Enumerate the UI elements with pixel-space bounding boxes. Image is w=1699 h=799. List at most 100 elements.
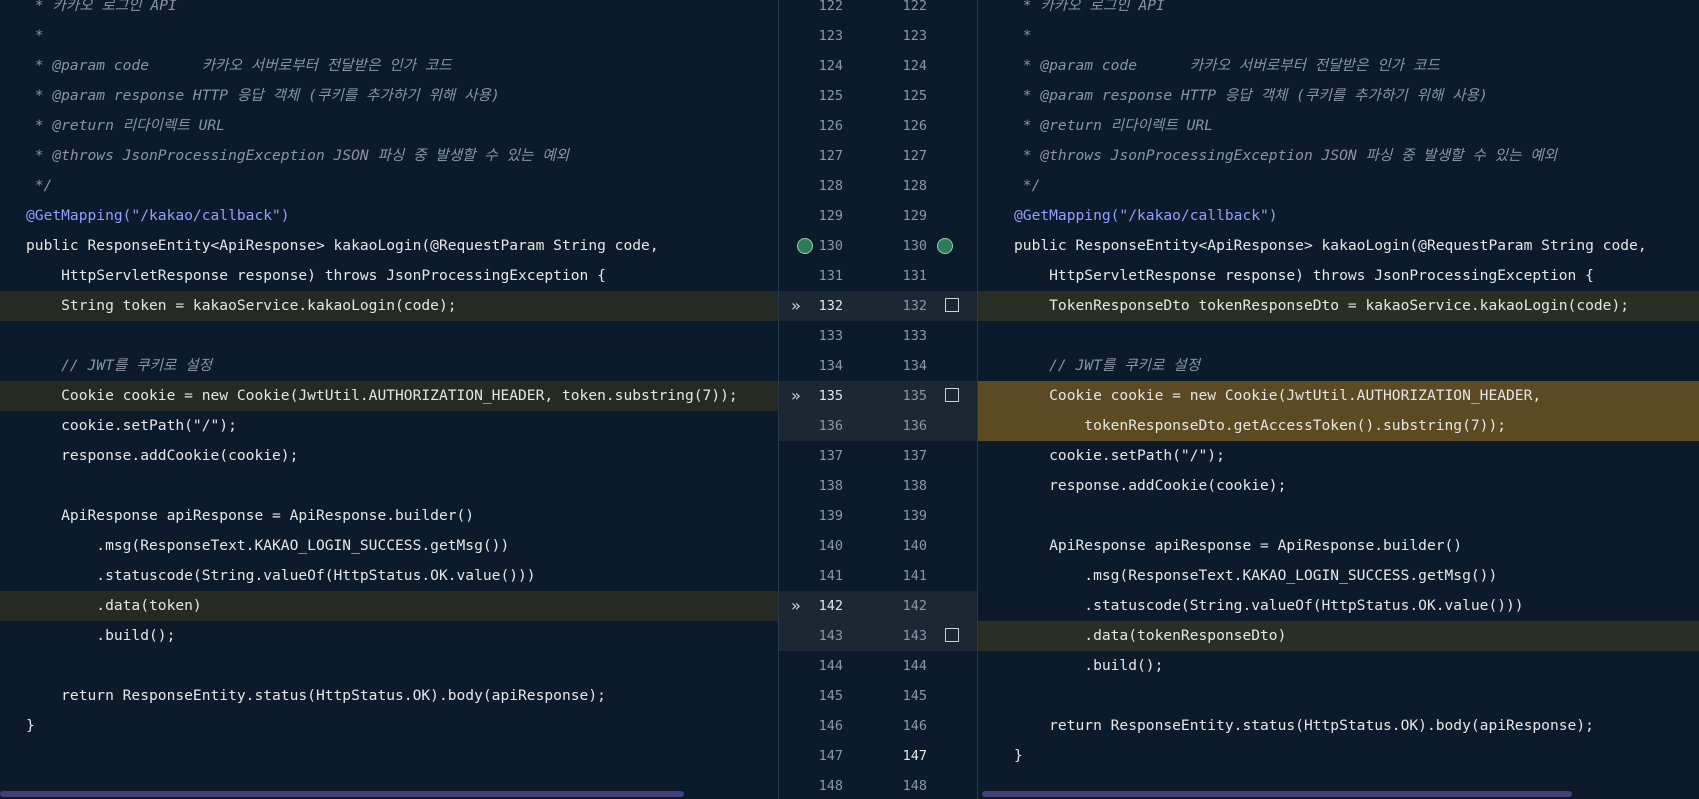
left-code-line[interactable]: * <box>0 21 778 51</box>
right-code-text: .data(tokenResponseDto) <box>1014 627 1287 644</box>
right-code-line[interactable]: * @param response HTTP 응답 객체 (쿠키를 추가하기 위… <box>978 81 1699 111</box>
right-line-number: 141 <box>902 568 927 584</box>
right-line-number: 147 <box>902 748 927 764</box>
right-line-number: 126 <box>902 118 927 134</box>
left-code-line[interactable]: @GetMapping("/kakao/callback") <box>0 201 778 231</box>
right-line-number: 133 <box>902 328 927 344</box>
right-code-text: Cookie cookie = new Cookie(JwtUtil.AUTHO… <box>1014 387 1542 404</box>
left-code-line[interactable]: .build(); <box>0 621 778 651</box>
right-code-line[interactable]: response.addCookie(cookie); <box>978 471 1699 501</box>
left-line-number: 122 <box>818 0 843 14</box>
right-code-line[interactable]: .build(); <box>978 651 1699 681</box>
right-code-line[interactable]: TokenResponseDto tokenResponseDto = kaka… <box>978 291 1699 321</box>
right-code-line[interactable]: return ResponseEntity.status(HttpStatus.… <box>978 711 1699 741</box>
right-code-line[interactable] <box>978 321 1699 351</box>
right-code-line[interactable]: * @return 리다이렉트 URL <box>978 111 1699 141</box>
right-code-line[interactable]: cookie.setPath("/"); <box>978 441 1699 471</box>
left-run-method-icon[interactable] <box>797 238 813 254</box>
right-horizontal-scrollbar[interactable] <box>982 791 1572 797</box>
checkbox-icon[interactable] <box>945 628 959 642</box>
right-code-line[interactable]: public ResponseEntity<ApiResponse> kakao… <box>978 231 1699 261</box>
left-code-line[interactable]: ApiResponse apiResponse = ApiResponse.bu… <box>0 501 778 531</box>
right-code-line[interactable] <box>978 501 1699 531</box>
left-code-text: */ <box>26 177 53 194</box>
right-line-number: 137 <box>902 448 927 464</box>
right-code-text: public ResponseEntity<ApiResponse> kakao… <box>1014 237 1647 254</box>
right-code-text: HttpServletResponse response) throws Jso… <box>1014 267 1594 284</box>
left-code-line[interactable]: return ResponseEntity.status(HttpStatus.… <box>0 681 778 711</box>
right-code-text: .statuscode(String.valueOf(HttpStatus.OK… <box>1014 597 1524 614</box>
left-line-number: 137 <box>818 448 843 464</box>
left-code-line[interactable]: .data(token) <box>0 591 778 621</box>
right-code-text: response.addCookie(cookie); <box>1014 477 1287 494</box>
right-code-line[interactable]: ApiResponse apiResponse = ApiResponse.bu… <box>978 531 1699 561</box>
left-code-text: .data(token) <box>26 597 202 614</box>
right-line-number: 128 <box>902 178 927 194</box>
left-code-line[interactable]: } <box>0 711 778 741</box>
left-code-line[interactable]: * 카카오 로그인 API <box>0 0 778 21</box>
left-code-line[interactable]: public ResponseEntity<ApiResponse> kakao… <box>0 231 778 261</box>
left-line-number: 146 <box>818 718 843 734</box>
right-code-line[interactable]: * <box>978 21 1699 51</box>
left-code-line[interactable]: cookie.setPath("/"); <box>0 411 778 441</box>
right-code-line[interactable]: * @param code 카카오 서버로부터 전달받은 인가 코드 <box>978 51 1699 81</box>
checkbox-icon[interactable] <box>945 388 959 402</box>
right-run-method-icon[interactable] <box>937 238 953 254</box>
right-code-line[interactable]: // JWT를 쿠키로 설정 <box>978 351 1699 381</box>
left-code-line[interactable]: HttpServletResponse response) throws Jso… <box>0 261 778 291</box>
left-line-number: 148 <box>818 778 843 794</box>
right-line-number: 139 <box>902 508 927 524</box>
left-code-line[interactable]: * @param response HTTP 응답 객체 (쿠키를 추가하기 위… <box>0 81 778 111</box>
left-code-line[interactable] <box>0 321 778 351</box>
right-code-line[interactable]: tokenResponseDto.getAccessToken().substr… <box>978 411 1699 441</box>
left-code-text: public ResponseEntity<ApiResponse> kakao… <box>26 237 659 254</box>
right-editor-pane[interactable]: * 카카오 로그인 API * * @param code 카카오 서버로부터 … <box>978 0 1699 799</box>
right-code-line[interactable]: .msg(ResponseText.KAKAO_LOGIN_SUCCESS.ge… <box>978 561 1699 591</box>
left-code-line[interactable]: .statuscode(String.valueOf(HttpStatus.OK… <box>0 561 778 591</box>
left-code-text: response.addCookie(cookie); <box>26 447 299 464</box>
right-code-line[interactable]: } <box>978 741 1699 771</box>
right-code-text: .build(); <box>1014 657 1164 674</box>
left-code-line[interactable]: .msg(ResponseText.KAKAO_LOGIN_SUCCESS.ge… <box>0 531 778 561</box>
right-code-line[interactable]: @GetMapping("/kakao/callback") <box>978 201 1699 231</box>
right-line-number: 131 <box>902 268 927 284</box>
double-chevron-right-icon[interactable]: » <box>791 591 809 621</box>
checkbox-icon[interactable] <box>945 298 959 312</box>
left-code-text: cookie.setPath("/"); <box>26 417 237 434</box>
right-code-text: * @return 리다이렉트 URL <box>1014 117 1213 134</box>
left-line-number: 136 <box>818 418 843 434</box>
right-line-number: 138 <box>902 478 927 494</box>
left-code-line[interactable]: response.addCookie(cookie); <box>0 441 778 471</box>
left-line-number: 144 <box>818 658 843 674</box>
left-code-line[interactable]: */ <box>0 171 778 201</box>
left-code-line[interactable]: Cookie cookie = new Cookie(JwtUtil.AUTHO… <box>0 381 778 411</box>
left-editor-pane[interactable]: * 카카오 로그인 API * * @param code 카카오 서버로부터 … <box>0 0 778 799</box>
right-line-number: 136 <box>902 418 927 434</box>
right-code-text: */ <box>1014 177 1041 194</box>
right-code-line[interactable]: .data(tokenResponseDto) <box>978 621 1699 651</box>
right-code-line[interactable]: * @throws JsonProcessingException JSON 파… <box>978 141 1699 171</box>
left-code-line[interactable]: * @throws JsonProcessingException JSON 파… <box>0 141 778 171</box>
right-code-text: * <box>1014 27 1032 44</box>
right-line-number: 144 <box>902 658 927 674</box>
right-code-text: cookie.setPath("/"); <box>1014 447 1225 464</box>
left-code-text: // JWT를 쿠키로 설정 <box>26 357 212 374</box>
right-line-number: 148 <box>902 778 927 794</box>
left-code-line[interactable]: * @param code 카카오 서버로부터 전달받은 인가 코드 <box>0 51 778 81</box>
right-code-line[interactable]: .statuscode(String.valueOf(HttpStatus.OK… <box>978 591 1699 621</box>
right-code-line[interactable]: */ <box>978 171 1699 201</box>
left-code-text: * <box>26 27 44 44</box>
left-code-line[interactable]: * @return 리다이렉트 URL <box>0 111 778 141</box>
right-code-line[interactable]: HttpServletResponse response) throws Jso… <box>978 261 1699 291</box>
right-code-text: return ResponseEntity.status(HttpStatus.… <box>1014 717 1594 734</box>
left-code-line[interactable]: // JWT를 쿠키로 설정 <box>0 351 778 381</box>
left-code-line[interactable] <box>0 651 778 681</box>
right-line-number: 130 <box>902 238 927 254</box>
left-code-line[interactable]: String token = kakaoService.kakaoLogin(c… <box>0 291 778 321</box>
left-code-line[interactable] <box>0 471 778 501</box>
left-horizontal-scrollbar[interactable] <box>0 791 684 797</box>
right-code-line[interactable]: Cookie cookie = new Cookie(JwtUtil.AUTHO… <box>978 381 1699 411</box>
right-code-line[interactable]: * 카카오 로그인 API <box>978 0 1699 21</box>
right-code-line[interactable] <box>978 681 1699 711</box>
left-line-number: 142 <box>818 598 843 614</box>
